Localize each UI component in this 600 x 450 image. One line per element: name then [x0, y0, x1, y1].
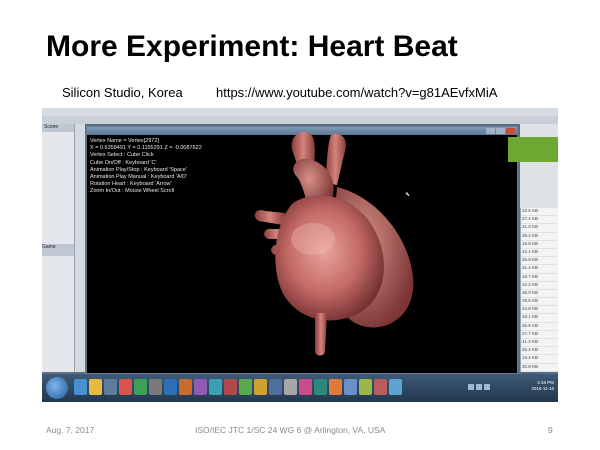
app-icon[interactable] — [149, 379, 162, 395]
screenshot: Scene Game Vertex Name = Vertex[2972] X … — [42, 108, 558, 402]
app-icon[interactable] — [164, 379, 177, 395]
menu-bar[interactable] — [42, 108, 558, 116]
left-panel-strip — [75, 124, 85, 372]
taskbar-apps — [74, 379, 402, 395]
left-panel: Scene Game — [42, 124, 75, 372]
app-icon[interactable] — [329, 379, 342, 395]
app-icon[interactable] — [254, 379, 267, 395]
list-item[interactable]: 26.9 KB — [521, 257, 558, 266]
green-accent-block — [508, 137, 558, 162]
list-item[interactable]: 19.8 KB — [521, 241, 558, 249]
footer-date: Aug. 7, 2017 — [46, 425, 95, 435]
app-icon[interactable] — [374, 379, 387, 395]
app-icon[interactable] — [239, 379, 252, 395]
list-item[interactable]: 23.5 KB — [521, 208, 558, 217]
app-icon[interactable] — [359, 379, 372, 395]
subtitle-url[interactable]: https://www.youtube.com/watch?v=g81AEvfx… — [216, 85, 497, 100]
app-icon[interactable] — [284, 379, 297, 395]
list-item[interactable]: 24.8 KB — [521, 306, 558, 315]
mouse-cursor-icon: ⬉ — [405, 192, 411, 198]
list-item[interactable]: 21.0 KB — [521, 224, 558, 233]
footer-center: ISO/IEC JTC 1/SC 24 WG 6 @ Arlington, VA… — [195, 425, 386, 435]
app-icon[interactable] — [134, 379, 147, 395]
page-number: 9 — [548, 425, 553, 435]
app-icon[interactable] — [224, 379, 237, 395]
list-item[interactable]: 38.2 KB — [521, 233, 558, 241]
list-item[interactable]: 30.8 KB — [521, 364, 558, 372]
list-item[interactable]: 31.4 KB — [521, 265, 558, 274]
list-item[interactable]: 19.4 KB — [521, 355, 558, 364]
list-item[interactable]: 18.7 KB — [521, 274, 558, 282]
app-icon[interactable] — [299, 379, 312, 395]
list-item[interactable]: 27.4 KB — [521, 216, 558, 225]
list-item[interactable]: 27.7 KB — [521, 331, 558, 339]
list-item[interactable]: 22.3 KB — [521, 282, 558, 290]
app-icon[interactable] — [344, 379, 357, 395]
heart-viewer-window[interactable]: Vertex Name = Vertex[2972] X = 0.6358491… — [86, 126, 518, 374]
list-item[interactable]: 33.1 KB — [521, 314, 558, 323]
volume-icon[interactable] — [476, 384, 482, 390]
windows-taskbar: 4:16 PM 2016-11-16 — [42, 374, 558, 402]
slide-title: More Experiment: Heart Beat — [46, 30, 458, 63]
list-item[interactable]: 29.5 KB — [521, 298, 558, 307]
media-icon[interactable] — [104, 379, 117, 395]
left-panel-header[interactable]: Scene — [42, 124, 74, 132]
app-icon[interactable] — [179, 379, 192, 395]
app-icon[interactable] — [269, 379, 282, 395]
toolbar[interactable] — [42, 116, 558, 124]
network-icon[interactable] — [468, 384, 474, 390]
app-icon[interactable] — [119, 379, 132, 395]
list-item[interactable]: 42.1 KB — [521, 249, 558, 258]
app-icon[interactable] — [314, 379, 327, 395]
app-icon[interactable] — [389, 379, 402, 395]
list-item[interactable]: 41.3 KB — [521, 339, 558, 348]
start-button[interactable] — [46, 377, 68, 399]
heart-3d-model[interactable] — [87, 127, 517, 373]
left-panel-game[interactable]: Game — [42, 244, 74, 256]
folder-icon[interactable] — [89, 379, 102, 395]
app-icon[interactable] — [209, 379, 222, 395]
list-item[interactable]: 36.0 KB — [521, 290, 558, 299]
clock-date[interactable]: 2016-11-16 — [531, 386, 554, 392]
flag-icon[interactable] — [484, 384, 490, 390]
system-tray[interactable]: 4:16 PM 2016-11-16 — [468, 378, 558, 398]
ie-icon[interactable] — [74, 379, 87, 395]
subtitle-studio: Silicon Studio, Korea — [62, 85, 183, 100]
list-item[interactable]: 20.6 KB — [521, 323, 558, 331]
app-icon[interactable] — [194, 379, 207, 395]
right-file-panel: 23.5 KB 27.4 KB 21.0 KB 38.2 KB 19.8 KB … — [520, 208, 558, 389]
list-item[interactable]: 25.2 KB — [521, 347, 558, 356]
